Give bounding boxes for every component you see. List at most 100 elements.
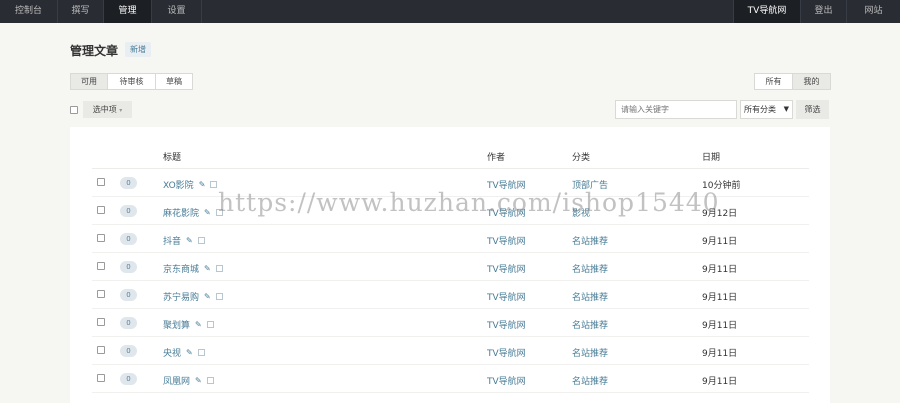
- comment-count-badge[interactable]: 0: [120, 205, 137, 217]
- post-title[interactable]: 苏宁易购: [163, 290, 199, 303]
- tab-mine[interactable]: 我的: [792, 73, 831, 90]
- table-row: 0 聚划算 ✎ TV导航网 名站推荐 9月11日: [92, 309, 809, 337]
- header-title: 标题: [163, 153, 182, 163]
- post-title-link[interactable]: 凤凰网 ✎: [163, 374, 214, 387]
- table-row: 0 凤凰网 ✎ TV导航网 名站推荐 9月11日: [92, 365, 809, 393]
- table-row: 0 苏宁易购 ✎ TV导航网 名站推荐 9月11日: [92, 281, 809, 309]
- post-date: 9月11日: [702, 321, 738, 331]
- post-category[interactable]: 名站推荐: [572, 374, 608, 387]
- nav-dashboard[interactable]: 控制台: [0, 0, 58, 23]
- post-title-link[interactable]: XO影院 ✎: [163, 178, 218, 191]
- post-title-link[interactable]: 苏宁易购 ✎: [163, 290, 223, 303]
- row-checkbox[interactable]: [97, 346, 105, 354]
- row-checkbox[interactable]: [97, 290, 105, 298]
- post-title[interactable]: 麻花影院: [163, 206, 199, 219]
- bulk-actions-label: 选中项: [92, 105, 117, 114]
- edit-pencil-icon[interactable]: ✎: [199, 180, 206, 189]
- post-category[interactable]: 名站推荐: [572, 290, 608, 303]
- watermark: https://www.huzhan.com/ishop15440: [218, 188, 720, 217]
- post-category[interactable]: 名站推荐: [572, 318, 608, 331]
- external-link-icon[interactable]: [210, 181, 218, 188]
- edit-pencil-icon[interactable]: ✎: [195, 376, 202, 385]
- edit-pencil-icon[interactable]: ✎: [204, 208, 211, 217]
- external-link-icon[interactable]: [206, 321, 214, 328]
- row-checkbox[interactable]: [97, 374, 105, 382]
- post-title-link[interactable]: 聚划算 ✎: [163, 318, 214, 331]
- edit-pencil-icon[interactable]: ✎: [204, 264, 211, 273]
- post-title[interactable]: 凤凰网: [163, 374, 190, 387]
- post-date: 9月11日: [702, 265, 738, 275]
- comment-count-badge[interactable]: 0: [120, 261, 137, 273]
- nav-write[interactable]: 撰写: [58, 0, 104, 23]
- new-post-button[interactable]: 新增: [125, 42, 151, 57]
- post-author[interactable]: TV导航网: [487, 374, 526, 387]
- comment-count-badge[interactable]: 0: [120, 177, 137, 189]
- select-all-checkbox[interactable]: [70, 106, 78, 114]
- post-author[interactable]: TV导航网: [487, 346, 526, 359]
- edit-pencil-icon[interactable]: ✎: [186, 236, 193, 245]
- site-name-link[interactable]: TV导航网: [733, 0, 800, 23]
- post-author[interactable]: TV导航网: [487, 318, 526, 331]
- post-date: 9月11日: [702, 293, 738, 303]
- post-category[interactable]: 名站推荐: [572, 346, 608, 359]
- comment-count-badge[interactable]: 0: [120, 373, 137, 385]
- post-title-link[interactable]: 央视 ✎: [163, 346, 205, 359]
- post-author[interactable]: TV导航网: [487, 262, 526, 275]
- post-title[interactable]: 央视: [163, 346, 181, 359]
- chevron-down-icon: ▾: [119, 107, 123, 114]
- logout-link[interactable]: 登出: [800, 0, 846, 23]
- external-link-icon[interactable]: [215, 293, 223, 300]
- post-title[interactable]: XO影院: [163, 178, 194, 191]
- comment-count-badge[interactable]: 0: [120, 233, 137, 245]
- row-checkbox[interactable]: [97, 234, 105, 242]
- external-link-icon[interactable]: [197, 237, 205, 244]
- post-title-link[interactable]: 抖音 ✎: [163, 234, 205, 247]
- post-author[interactable]: TV导航网: [487, 290, 526, 303]
- row-checkbox[interactable]: [97, 206, 105, 214]
- post-author[interactable]: TV导航网: [487, 234, 526, 247]
- external-link-icon[interactable]: [206, 377, 214, 384]
- header-date: 日期: [702, 153, 721, 163]
- post-title[interactable]: 聚划算: [163, 318, 190, 331]
- edit-pencil-icon[interactable]: ✎: [204, 292, 211, 301]
- table-row: 0 央视 ✎ TV导航网 名站推荐 9月11日: [92, 337, 809, 365]
- tab-draft[interactable]: 草稿: [155, 73, 193, 90]
- edit-pencil-icon[interactable]: ✎: [195, 320, 202, 329]
- comment-count-badge[interactable]: 0: [120, 317, 137, 329]
- category-select[interactable]: 所有分类 ▼: [740, 100, 793, 119]
- post-category[interactable]: 名站推荐: [572, 234, 608, 247]
- tab-all[interactable]: 所有: [754, 73, 793, 90]
- nav-settings[interactable]: 设置: [152, 0, 202, 23]
- filter-button[interactable]: 筛选: [796, 100, 829, 119]
- post-title-link[interactable]: 麻花影院 ✎: [163, 206, 223, 219]
- comment-count-badge[interactable]: 0: [120, 289, 137, 301]
- header-author: 作者: [487, 153, 506, 163]
- table-row: 0 抖音 ✎ TV导航网 名站推荐 9月11日: [92, 225, 809, 253]
- bulk-actions-dropdown[interactable]: 选中项 ▾: [83, 101, 132, 118]
- post-title[interactable]: 抖音: [163, 234, 181, 247]
- post-title-link[interactable]: 京东商城 ✎: [163, 262, 223, 275]
- post-category[interactable]: 名站推荐: [572, 262, 608, 275]
- website-link[interactable]: 网站: [846, 0, 900, 23]
- tab-available[interactable]: 可用: [70, 73, 108, 90]
- post-date: 9月11日: [702, 237, 738, 247]
- external-link-icon[interactable]: [197, 349, 205, 356]
- row-checkbox[interactable]: [97, 178, 105, 186]
- top-navbar: 控制台 撰写 管理 设置 TV导航网 登出 网站: [0, 0, 900, 23]
- tab-pending[interactable]: 待审核: [107, 73, 156, 90]
- page-title: 管理文章: [70, 44, 119, 58]
- edit-pencil-icon[interactable]: ✎: [186, 348, 193, 357]
- nav-manage[interactable]: 管理: [104, 0, 152, 23]
- category-select-value: 所有分类: [744, 105, 776, 114]
- post-title[interactable]: 京东商城: [163, 262, 199, 275]
- comment-count-badge[interactable]: 0: [120, 345, 137, 357]
- post-date: 9月11日: [702, 377, 738, 387]
- table-row: 0 京东商城 ✎ TV导航网 名站推荐 9月11日: [92, 253, 809, 281]
- row-checkbox[interactable]: [97, 262, 105, 270]
- select-arrow-icon: ▼: [783, 105, 789, 113]
- search-input[interactable]: [615, 100, 737, 119]
- row-checkbox[interactable]: [97, 318, 105, 326]
- post-date: 9月11日: [702, 349, 738, 359]
- external-link-icon[interactable]: [215, 265, 223, 272]
- header-category: 分类: [572, 153, 591, 163]
